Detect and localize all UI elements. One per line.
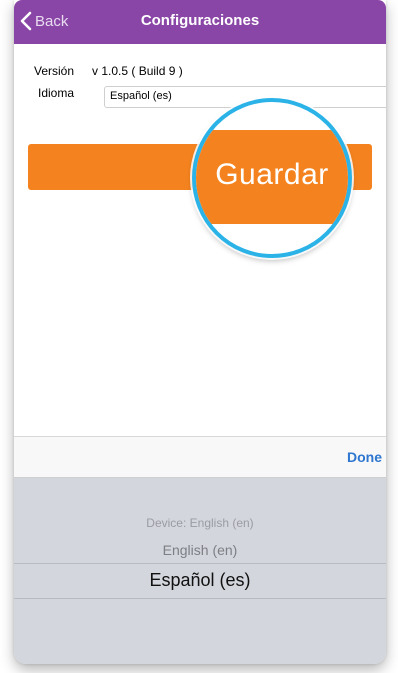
language-picker[interactable]: Device: English (en) English (en) Españo… [14, 478, 386, 664]
save-button-label: Guardar [215, 158, 329, 191]
version-label: Versión [34, 64, 75, 78]
picker-toolbar: Done [14, 436, 386, 478]
language-row: Idioma Español (es) [34, 86, 386, 108]
version-row: Versión v 1.0.5 ( Build 9 ) [34, 64, 183, 78]
page-title: Configuraciones [140, 12, 260, 29]
selection-divider-bottom [14, 598, 386, 599]
picker-option-english[interactable]: English (en) [14, 542, 386, 558]
navigation-bar: Back Configuraciones [14, 0, 386, 44]
picker-option-device[interactable]: Device: English (en) [14, 516, 386, 530]
phone-screen: Back Configuraciones Versión v 1.0.5 ( B… [14, 0, 386, 664]
screenshot-stage: Back Configuraciones Versión v 1.0.5 ( B… [0, 0, 398, 673]
done-button[interactable]: Done [347, 449, 382, 465]
selection-divider-top [14, 563, 386, 564]
picker-option-spanish[interactable]: Español (es) [14, 570, 386, 591]
save-button-magnifier: Guardar [192, 98, 352, 258]
language-label: Idioma [38, 86, 75, 100]
version-value: v 1.0.5 ( Build 9 ) [92, 64, 183, 78]
